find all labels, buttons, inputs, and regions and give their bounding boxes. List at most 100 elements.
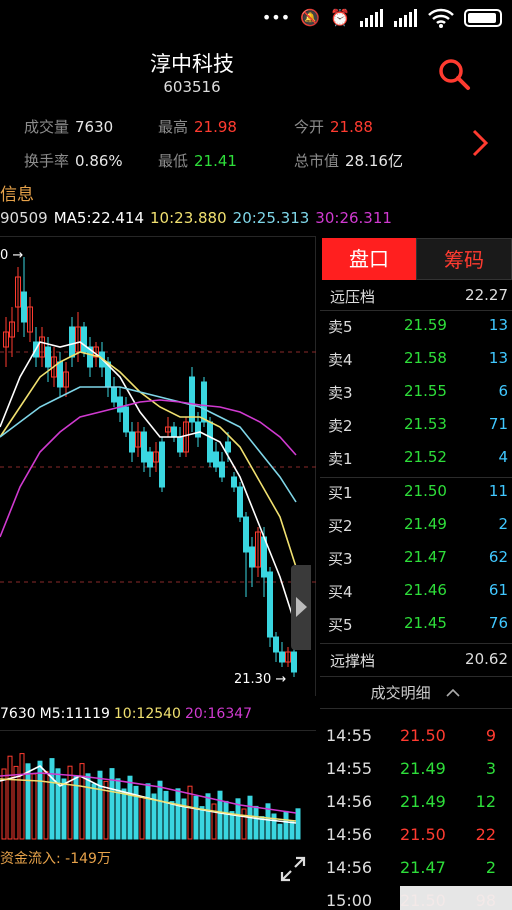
order-price: 21.45 <box>404 614 447 632</box>
volume-bar <box>217 790 223 840</box>
volume-bar <box>67 765 73 840</box>
chevron-up-icon <box>446 688 460 697</box>
order-book-panel: 盘口 筹码 远压档 22.27 卖5 21.59 13 卖4 21.58 13 卖3 21.55… <box>320 236 512 910</box>
order-row: 买2 21.49 2 <box>320 515 512 548</box>
signal-icon <box>394 9 417 27</box>
candle-body <box>213 451 219 468</box>
candle-body <box>201 381 207 423</box>
tab-chips[interactable]: 筹码 <box>416 238 512 280</box>
volume-stat: 成交量 7630 <box>24 118 114 136</box>
volume-legend: 7630 M5:11119 10:12540 20:16347 <box>0 706 256 722</box>
trade-volume: 3 <box>485 759 496 778</box>
volume-bar <box>193 795 199 840</box>
divider <box>320 676 512 677</box>
volume-bar <box>19 753 25 840</box>
order-level: 卖1 <box>328 450 353 468</box>
candle-body <box>279 651 285 663</box>
candle-body <box>21 291 27 323</box>
candle-body <box>237 486 243 518</box>
search-icon[interactable] <box>436 56 472 92</box>
trade-volume: 2 <box>485 858 496 877</box>
candle-body <box>141 431 147 463</box>
vol-m20: 20:16347 <box>184 706 253 722</box>
trade-row: 14:55 21.49 3 <box>320 759 512 792</box>
candle-body <box>189 376 195 423</box>
volume-bar <box>157 780 163 840</box>
volume-bar <box>49 758 55 840</box>
ma20-label: 20:25.313 <box>232 209 310 227</box>
ma-prefix: 90509 <box>0 209 48 227</box>
ma5-label: MA5:22.414 <box>53 209 145 227</box>
volume-bar <box>253 805 259 840</box>
order-row: 卖3 21.55 6 <box>320 382 512 415</box>
order-row: 买4 21.46 61 <box>320 581 512 614</box>
candle-body <box>117 396 123 413</box>
trade-price: 21.49 <box>400 792 446 811</box>
candle-body <box>171 426 177 438</box>
volume-chart <box>0 730 316 842</box>
order-volume: 71 <box>488 415 508 433</box>
info-section-title: 信息 <box>0 185 34 205</box>
trade-volume: 9 <box>485 726 496 745</box>
trade-row: 14:55 21.50 9 <box>320 726 512 759</box>
volume-bar <box>223 800 229 840</box>
trade-time: 14:55 <box>326 759 373 778</box>
watermark <box>400 886 512 910</box>
volume-bar <box>289 821 295 840</box>
divider <box>320 643 512 644</box>
high-stat: 最高 21.98 <box>158 118 237 136</box>
candle-body <box>57 361 63 388</box>
vol-m10: 10:12540 <box>113 706 181 722</box>
order-price: 21.55 <box>404 382 447 400</box>
trade-row: 14:56 21.50 22 <box>320 825 512 858</box>
volume-bar <box>205 793 211 840</box>
expand-icon[interactable] <box>278 854 308 884</box>
candle-body <box>267 571 273 638</box>
candle-body <box>219 461 225 478</box>
order-level: 卖4 <box>328 351 353 369</box>
order-price: 21.53 <box>404 415 447 433</box>
trade-time: 15:00 <box>326 891 373 910</box>
order-level: 卖2 <box>328 417 353 435</box>
candle-body <box>273 636 279 653</box>
candle-body <box>291 651 297 673</box>
volume-bar <box>139 796 145 840</box>
volume-bar <box>241 808 247 840</box>
order-row: 卖2 21.53 71 <box>320 415 512 448</box>
order-price: 21.49 <box>404 515 447 533</box>
volume-bar <box>295 808 301 840</box>
candle-body <box>231 476 237 488</box>
trades-title[interactable]: 成交明细 <box>320 682 512 703</box>
candle-body <box>195 421 201 438</box>
volume-bar <box>79 763 85 840</box>
order-price: 21.52 <box>404 448 447 466</box>
order-volume: 62 <box>488 548 508 566</box>
candle-body <box>123 406 129 433</box>
trade-time: 14:56 <box>326 792 373 811</box>
volume-bar <box>283 810 289 840</box>
trade-price: 21.49 <box>400 759 446 778</box>
candle-body <box>111 386 117 403</box>
chevron-right-icon[interactable] <box>470 128 490 158</box>
candle-body <box>207 421 213 463</box>
order-volume: 13 <box>488 349 508 367</box>
order-level: 卖5 <box>328 318 353 336</box>
vol-prefix: 7630 <box>0 706 36 722</box>
order-row: 卖4 21.58 13 <box>320 349 512 382</box>
trade-volume: 22 <box>475 825 496 844</box>
tab-order-book[interactable]: 盘口 <box>322 238 416 280</box>
panel-collapse-button[interactable] <box>291 565 311 650</box>
trade-time: 14:56 <box>326 825 373 844</box>
pressure-row: 远压档 22.27 <box>330 286 508 306</box>
battery-icon <box>464 9 502 27</box>
quote-summary: 成交量 7630 最高 21.98 今开 21.88 换手率 0.86% 最低 21.41… <box>0 104 512 180</box>
candle-body <box>81 326 87 353</box>
triangle-right-icon <box>296 597 307 617</box>
mute-icon: 🔕 <box>300 8 321 27</box>
kline-chart[interactable]: 0 → 21.30 → <box>0 236 316 696</box>
candle-body <box>177 436 183 453</box>
ma10-label: 10:23.880 <box>150 209 227 227</box>
order-level: 买1 <box>328 484 353 502</box>
candle-body <box>69 326 75 358</box>
stock-header: 淳中科技 603516 <box>0 38 512 100</box>
